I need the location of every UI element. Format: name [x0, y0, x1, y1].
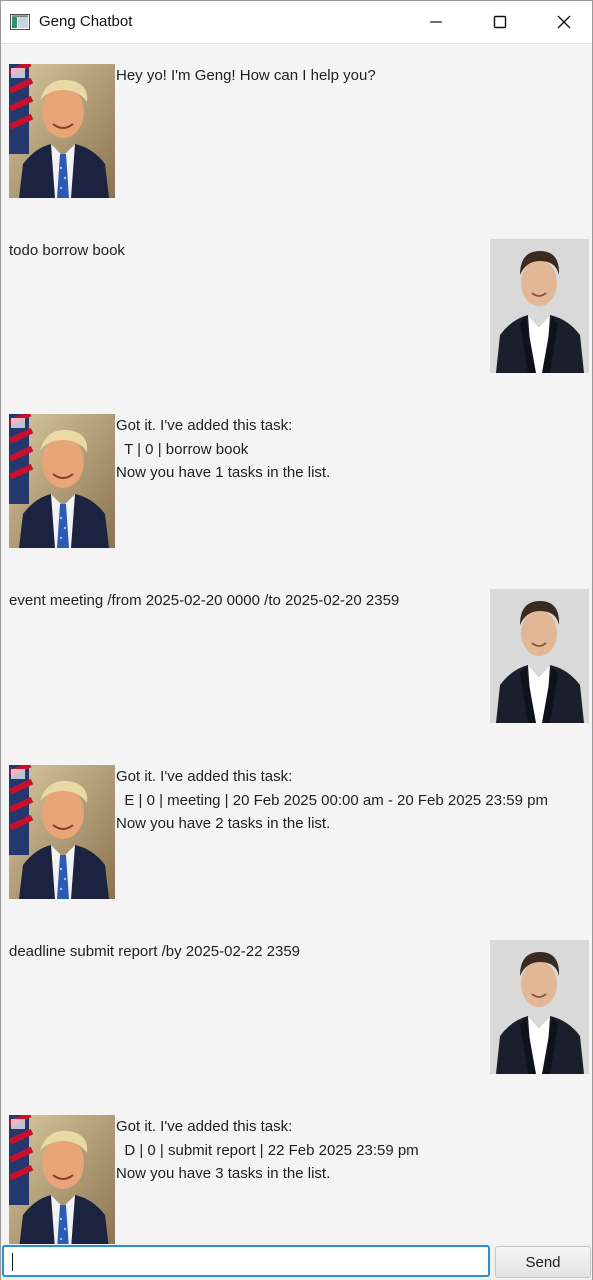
user-message: todo borrow book [1, 44, 592, 180]
user-message-text: todo borrow book [9, 242, 125, 259]
user-message: deadline submit report /by 2025-02-22 23… [1, 745, 592, 881]
user-avatar [490, 239, 589, 373]
user-avatar [490, 940, 589, 1074]
bot-message-text: Got it. I've added this task: D | 0 | su… [116, 1118, 419, 1182]
user-message-text: deadline submit report /by 2025-02-22 23… [9, 943, 301, 960]
minimize-button[interactable] [413, 1, 459, 43]
window-title: Geng Chatbot [39, 13, 133, 30]
send-button[interactable]: Send [495, 1246, 591, 1278]
chat-scroll-pane[interactable]: Hey yo! I'm Geng! How can I help you? to… [1, 44, 592, 1244]
text-caret [12, 1253, 13, 1271]
minimize-icon [430, 21, 442, 23]
input-bar: Send [1, 1244, 592, 1280]
close-button[interactable] [541, 1, 587, 43]
maximize-icon [493, 15, 507, 29]
title-bar[interactable]: Geng Chatbot [1, 1, 592, 44]
user-avatar [490, 589, 589, 723]
user-message-text: event meeting /from 2025-02-20 0000 /to … [9, 592, 400, 609]
bot-message: Got it. I've added this task: D | 0 | su… [1, 1095, 592, 1231]
maximize-button[interactable] [477, 1, 523, 43]
message-input[interactable] [2, 1245, 490, 1277]
chatbot-window: Geng Chatbot Hey yo! I'm Geng! How can I… [0, 0, 593, 1280]
bot-avatar [9, 1115, 115, 1244]
user-message: event meeting /from 2025-02-20 0000 /to … [1, 394, 592, 530]
close-icon [557, 15, 571, 29]
app-window-icon [10, 14, 30, 30]
